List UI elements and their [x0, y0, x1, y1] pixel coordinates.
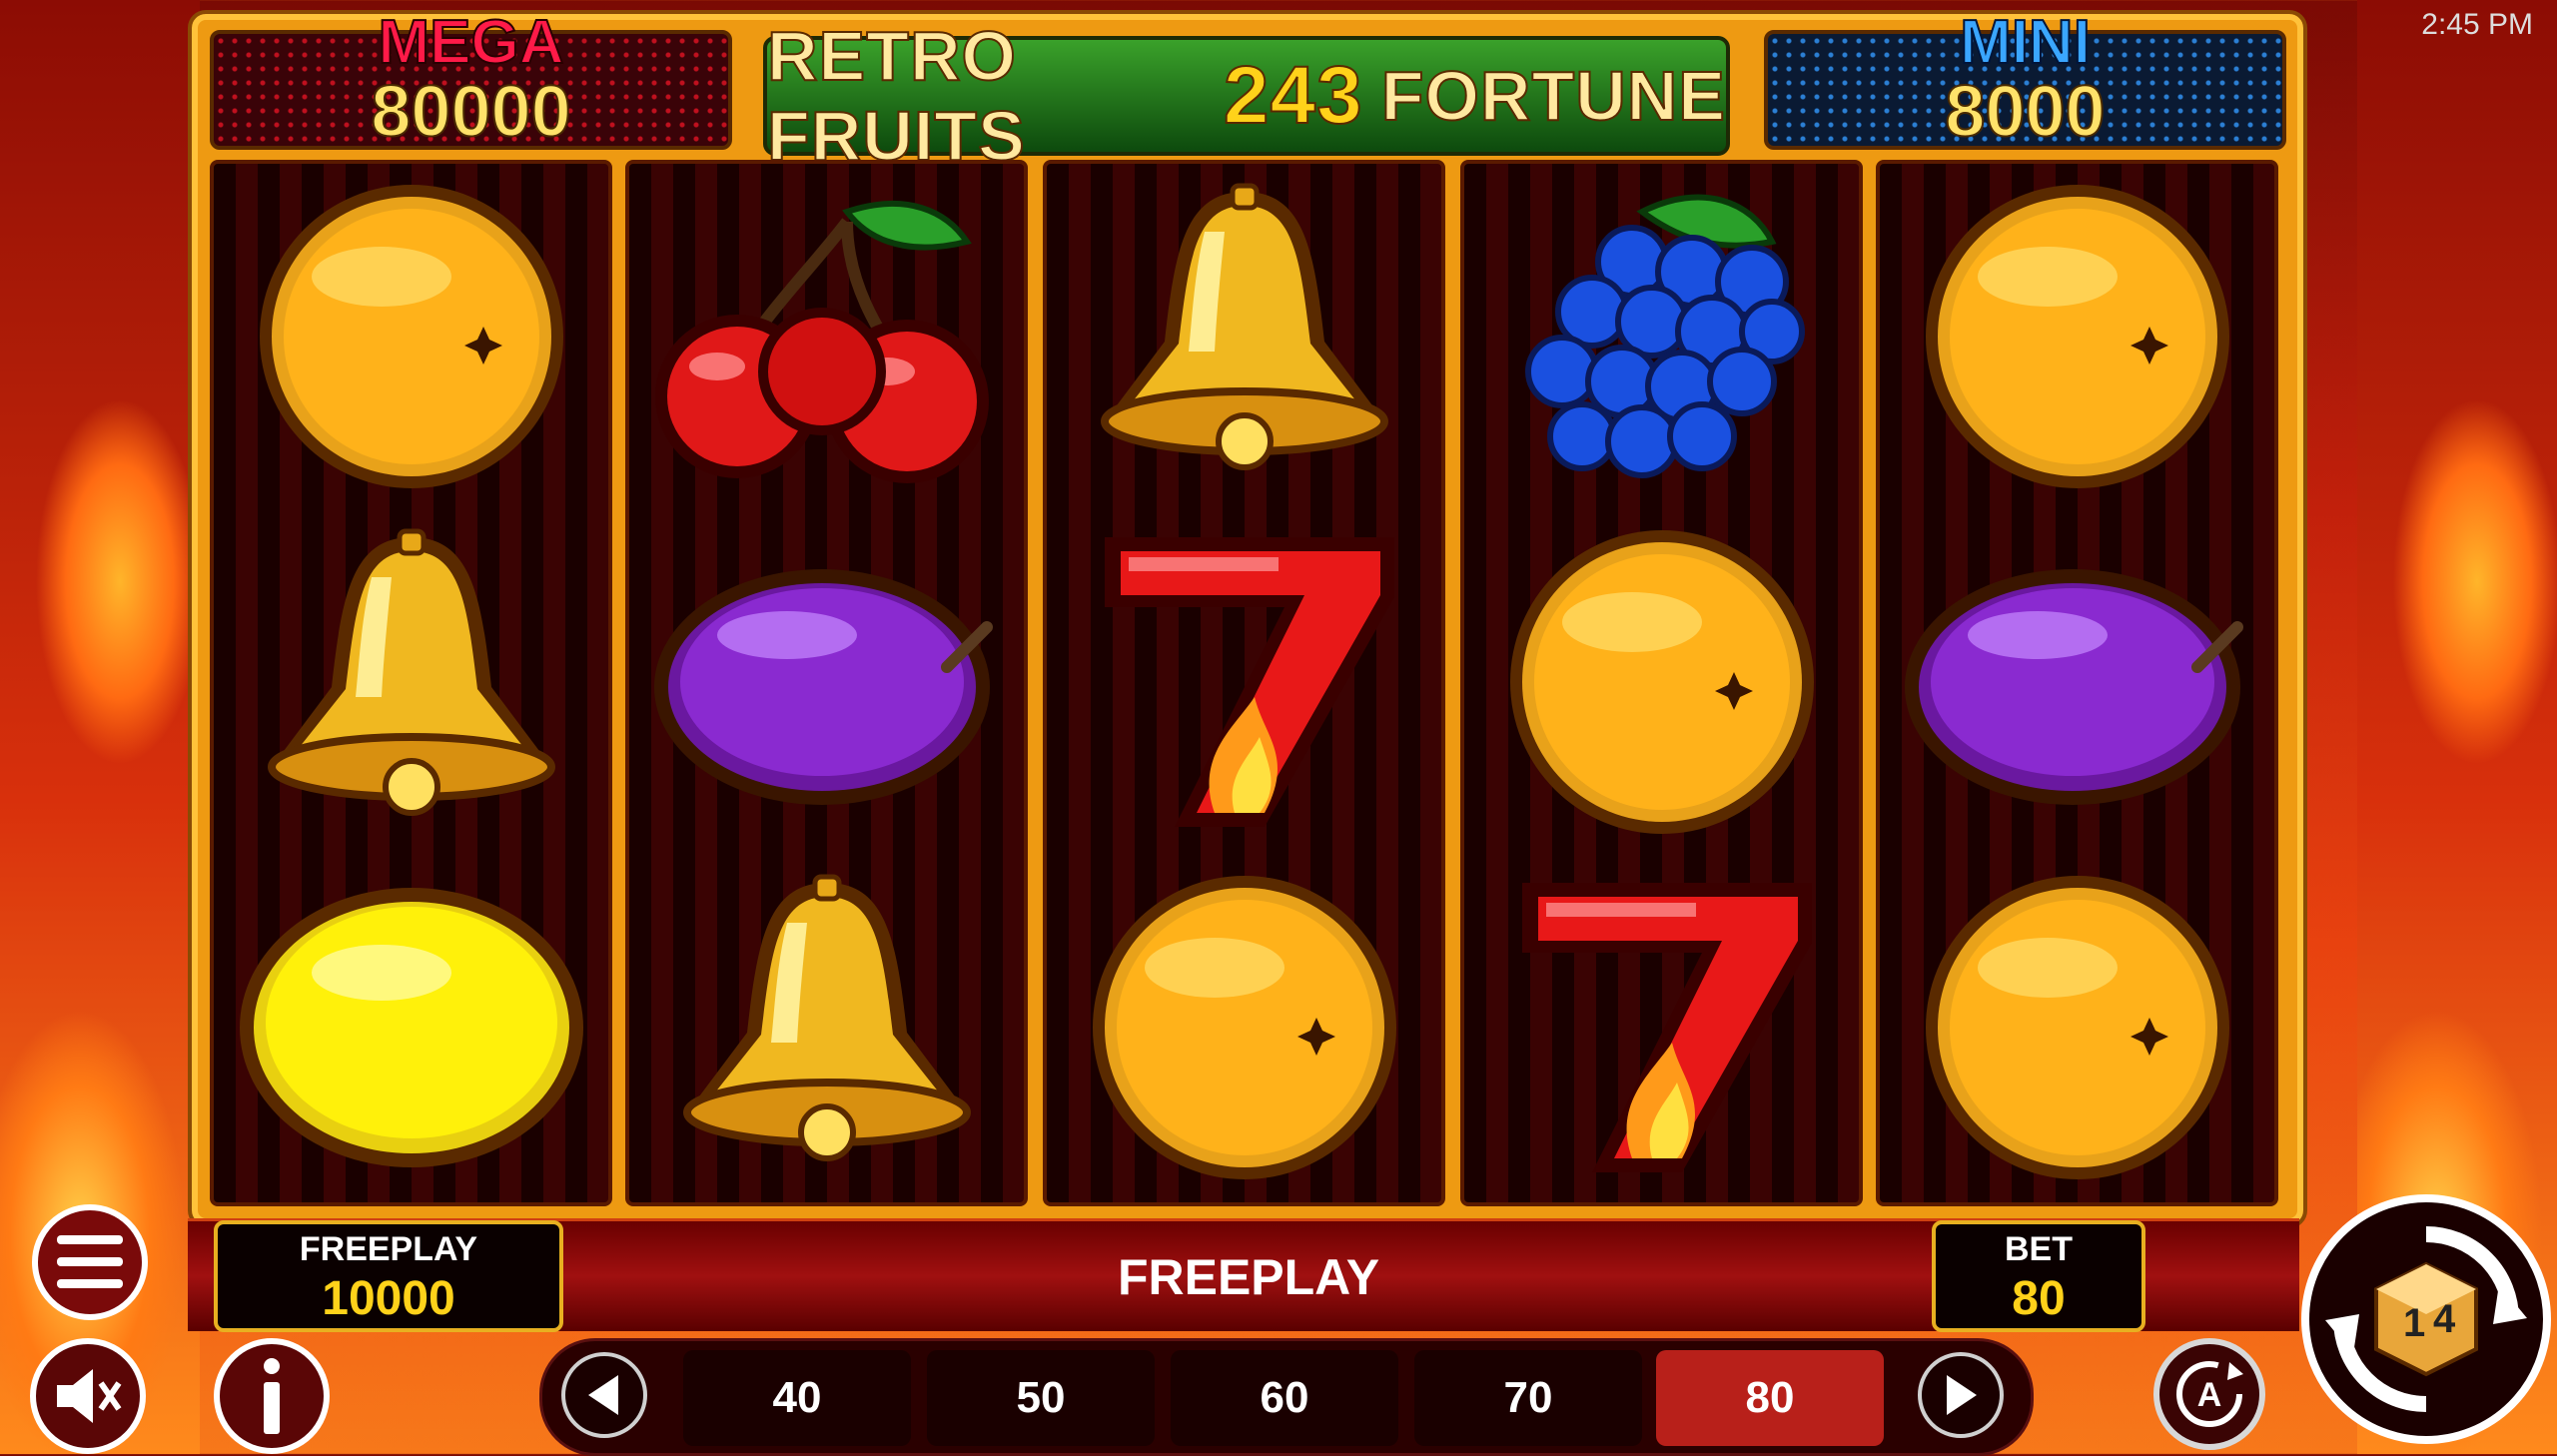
freeplay-value: 10000: [322, 1272, 455, 1325]
menu-icon: [57, 1235, 123, 1288]
seven-symbol-icon: [1104, 537, 1394, 827]
freeplay-label: FREEPLAY: [299, 1230, 478, 1268]
bet-value: 80: [2012, 1272, 2066, 1325]
arrow-left-icon: [588, 1375, 618, 1415]
grapes-symbol-icon: [1524, 194, 1805, 478]
game-title-part2: 243: [1223, 49, 1363, 142]
reel-cell-seven: [1464, 855, 1859, 1200]
bell-symbol-icon: [267, 528, 555, 816]
jackpot-mini-value: 8000: [1944, 72, 2106, 152]
reel-cell-bell: [214, 509, 608, 855]
bet-option[interactable]: 70: [1414, 1350, 1642, 1446]
reel-1: [210, 160, 612, 1206]
bet-prev-button[interactable]: [561, 1352, 647, 1438]
jackpot-mini: MINI 8000: [1764, 11, 2286, 152]
reel-cell-grapes: [1464, 164, 1859, 509]
bet-next-button[interactable]: [1918, 1352, 2004, 1438]
reel-cell-orange: [1464, 509, 1859, 855]
reel-2: [625, 160, 1028, 1206]
bet-option-selected[interactable]: 80: [1656, 1350, 1884, 1446]
reel-cell-orange: [1880, 164, 2274, 509]
orange-symbol-icon: [259, 185, 563, 488]
svg-text:1: 1: [2403, 1301, 2425, 1345]
reel-cell-orange: [1047, 855, 1441, 1200]
arrow-right-icon: [1947, 1375, 1977, 1415]
reel-cell-plum: [1880, 509, 2274, 855]
spin-icon: 1 4: [2325, 1226, 2527, 1412]
bet-display: BET 80: [1932, 1220, 2145, 1332]
reel-4: [1460, 160, 1863, 1206]
reel-cell-bell: [1047, 164, 1441, 509]
freeplay-balance: FREEPLAY 10000: [214, 1220, 563, 1332]
bet-label: BET: [2005, 1230, 2073, 1268]
status-message: FREEPLAY: [1117, 1249, 1380, 1305]
orange-symbol-icon: [1092, 876, 1396, 1179]
plum-symbol-icon: [653, 569, 993, 805]
orange-symbol-icon: [1509, 530, 1814, 834]
reel-cell-orange: [1880, 855, 2274, 1200]
spin-button[interactable]: 1 4: [2301, 1194, 2551, 1444]
autoplay-button[interactable]: A: [2153, 1338, 2265, 1450]
orange-symbol-icon: [1925, 185, 2229, 488]
bet-option[interactable]: 50: [927, 1350, 1155, 1446]
game-title: RETRO FRUITS 243 FORTUNE: [763, 16, 1730, 176]
reel-cell-seven: [1047, 509, 1441, 855]
cherries-symbol-icon: [654, 201, 989, 483]
info-icon: [264, 1358, 280, 1434]
autoplay-icon: A: [2176, 1361, 2243, 1427]
bell-symbol-icon: [1100, 183, 1388, 470]
sound-toggle-button[interactable]: [30, 1338, 146, 1454]
reel-3: [1043, 160, 1445, 1206]
jackpot-mega: MEGA 80000: [210, 11, 732, 152]
reel-cell-lemon: [214, 855, 608, 1200]
jackpot-mini-label: MINI: [1959, 8, 2092, 77]
speaker-muted-icon: [57, 1369, 122, 1423]
reel-cell-plum: [629, 509, 1024, 855]
game-title-part1: RETRO FRUITS: [766, 16, 1026, 176]
bet-option[interactable]: 40: [683, 1350, 911, 1446]
bet-option[interactable]: 60: [1171, 1350, 1398, 1446]
jackpot-mega-label: MEGA: [378, 8, 565, 77]
reel-5: [1876, 160, 2278, 1206]
reel-cell-orange: [214, 164, 608, 509]
menu-button[interactable]: [32, 1204, 148, 1320]
svg-text:4: 4: [2433, 1297, 2456, 1341]
reel-cell-bell: [629, 855, 1024, 1200]
clock: 2:45 PM: [2421, 8, 2533, 41]
seven-symbol-icon: [1521, 883, 1812, 1172]
bell-symbol-icon: [682, 874, 971, 1161]
svg-text:A: A: [2197, 1376, 2222, 1414]
info-button[interactable]: [214, 1338, 330, 1454]
lemon-symbol-icon: [239, 888, 583, 1167]
game-title-part3: FORTUNE: [1380, 56, 1726, 136]
jackpot-mega-value: 80000: [370, 72, 571, 152]
orange-symbol-icon: [1925, 876, 2229, 1179]
reel-cell-cherries: [629, 164, 1024, 509]
plum-symbol-icon: [1904, 569, 2243, 805]
